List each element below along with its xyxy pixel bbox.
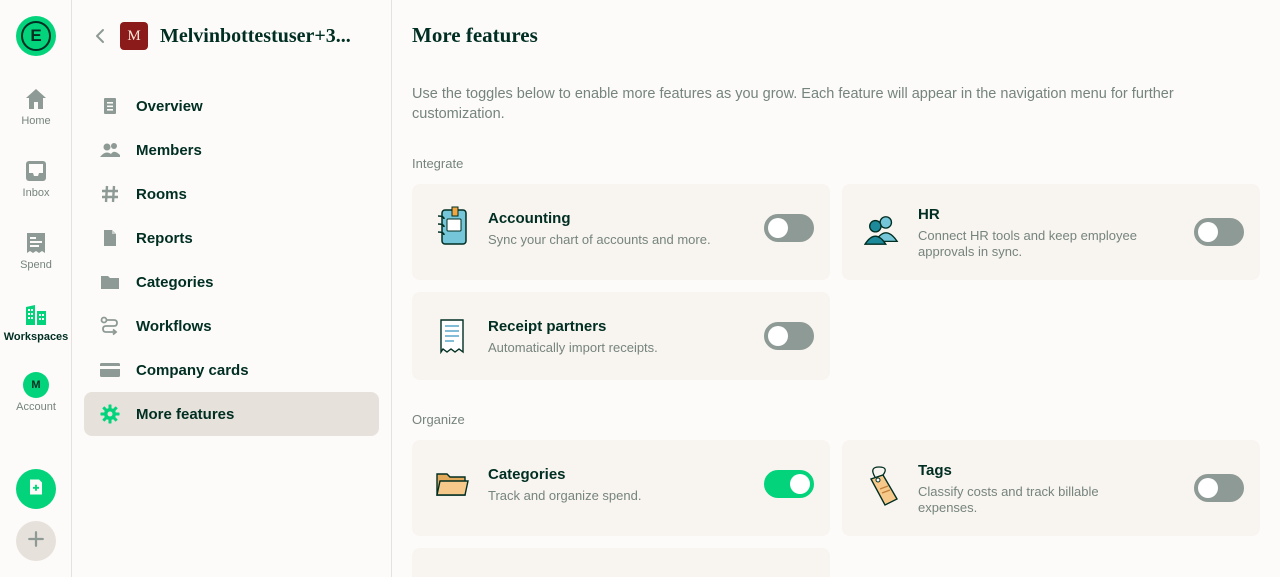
building-icon [23, 302, 49, 328]
feature-card-hr: HR Connect HR tools and keep employee ap… [842, 184, 1260, 280]
feature-card-accounting: Accounting Sync your chart of accounts a… [412, 184, 830, 280]
back-arrow-icon[interactable] [92, 28, 108, 44]
avatar: M [23, 372, 49, 398]
main-content: More features Use the toggles below to e… [392, 0, 1280, 577]
rail-item-label: Workspaces [3, 331, 69, 343]
home-icon [23, 86, 49, 112]
tag-icon [864, 466, 900, 506]
receipt-icon [434, 316, 470, 356]
rail-item-home[interactable]: Home [0, 86, 72, 142]
sidebar-item-rooms[interactable]: Rooms [84, 172, 379, 216]
feature-card-tags: Tags Classify costs and track billable e… [842, 440, 1260, 536]
rail-item-label: Account [16, 401, 56, 413]
plus-icon [27, 530, 45, 553]
rail-item-spend[interactable]: Spend [0, 230, 72, 286]
rail-item-inbox[interactable]: Inbox [0, 158, 72, 214]
create-expense-button[interactable] [16, 469, 56, 509]
rail-item-account[interactable]: M Account [0, 372, 72, 428]
section-label-integrate: Integrate [412, 156, 464, 171]
receipt-icon [23, 230, 49, 256]
people-icon [864, 210, 900, 250]
feature-title: Categories [488, 466, 566, 483]
hr-toggle[interactable] [1194, 218, 1244, 246]
toggle-knob [768, 326, 788, 346]
sidebar-item-reports[interactable]: Reports [84, 216, 379, 260]
document-icon [100, 96, 120, 116]
rail-item-label: Spend [20, 259, 52, 271]
account-initial: M [23, 372, 49, 398]
feature-description: Sync your chart of accounts and more. [488, 232, 711, 247]
rail-item-label: Home [21, 115, 51, 127]
workspace-header: M Melvinbottestuser+3... [92, 22, 365, 50]
users-icon [100, 140, 120, 160]
expensify-logo[interactable]: E [16, 16, 56, 56]
receipt-partners-toggle[interactable] [764, 322, 814, 350]
toggle-knob [1198, 478, 1218, 498]
accounting-toggle[interactable] [764, 214, 814, 242]
rail-item-workspaces[interactable]: Workspaces [0, 302, 72, 358]
feature-title: Accounting [488, 210, 571, 227]
inbox-icon [23, 158, 49, 184]
sidebar-item-company-cards[interactable]: Company cards [84, 348, 379, 392]
toggle-knob [768, 218, 788, 238]
rail-item-label: Inbox [22, 187, 50, 199]
feature-description: Classify costs and track billable expens… [918, 484, 1099, 515]
feature-description: Automatically import receipts. [488, 340, 658, 355]
add-button[interactable] [16, 521, 56, 561]
feature-card-partial [412, 548, 830, 577]
tags-toggle[interactable] [1194, 474, 1244, 502]
feature-description: Track and organize spend. [488, 488, 642, 503]
report-icon [100, 228, 120, 248]
sidebar-item-overview[interactable]: Overview [84, 84, 379, 128]
logo-letter: E [21, 21, 51, 51]
feature-card-categories: Categories Track and organize spend. [412, 440, 830, 536]
accounting-notebook-icon [434, 206, 470, 246]
left-rail: E Home Inbox Spend Workspaces M Account [0, 0, 72, 577]
workspace-sidebar: M Melvinbottestuser+3... Overview Member… [72, 0, 392, 577]
sidebar-item-members[interactable]: Members [84, 128, 379, 172]
page-title: More features [412, 23, 538, 47]
toggle-knob [790, 474, 810, 494]
sidebar-item-label: Overview [136, 97, 203, 115]
workspace-avatar: M [120, 22, 148, 50]
feature-title: HR [918, 206, 940, 223]
feature-title: Receipt partners [488, 318, 607, 335]
sidebar-item-label: Categories [136, 273, 214, 291]
feature-description: Connect HR tools and keep employee appro… [918, 228, 1137, 259]
sidebar-item-label: Workflows [136, 317, 212, 335]
receipt-plus-icon [27, 478, 45, 501]
intro-text: Use the toggles below to enable more fea… [412, 86, 1174, 122]
sidebar-item-workflows[interactable]: Workflows [84, 304, 379, 348]
sidebar-item-label: More features [136, 405, 235, 423]
feature-card-receipt-partners: Receipt partners Automatically import re… [412, 292, 830, 380]
sidebar-item-more-features[interactable]: More features [84, 392, 379, 436]
hashtag-icon [100, 184, 120, 204]
folder-icon [434, 464, 470, 504]
feature-title: Tags [918, 462, 952, 479]
sidebar-item-label: Company cards [136, 361, 249, 379]
workspace-name: Melvinbottestuser+3... [160, 24, 351, 47]
section-label-organize: Organize [412, 412, 465, 427]
sidebar-item-label: Members [136, 141, 202, 159]
sidebar-item-label: Reports [136, 229, 193, 247]
folder-icon [100, 272, 120, 292]
categories-toggle[interactable] [764, 470, 814, 498]
sidebar-item-categories[interactable]: Categories [84, 260, 379, 304]
gear-icon [100, 404, 120, 424]
sidebar-item-label: Rooms [136, 185, 187, 203]
toggle-knob [1198, 222, 1218, 242]
card-icon [100, 360, 120, 380]
workflow-icon [100, 316, 120, 336]
